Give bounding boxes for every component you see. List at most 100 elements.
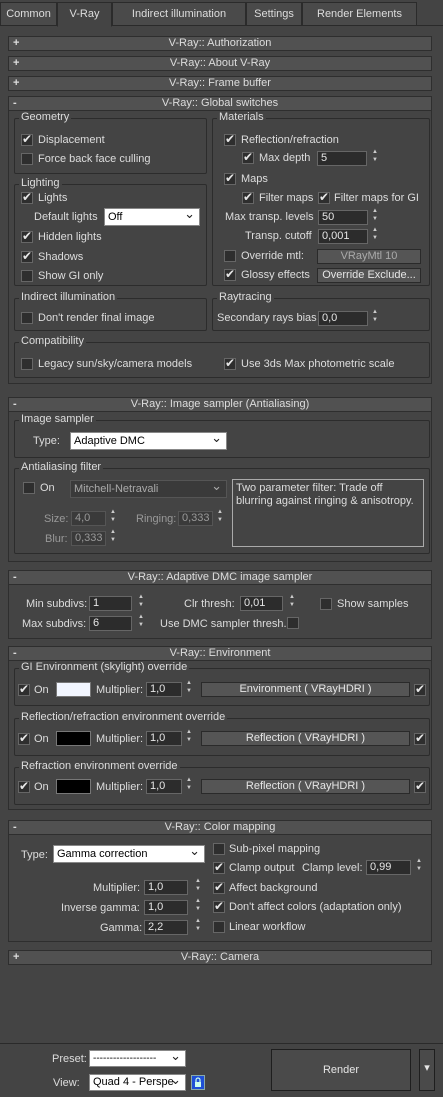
override-exclude-button[interactable]: Override Exclude... [317,268,421,283]
spinner-arrows-icon[interactable] [289,594,298,611]
spinner-arrows-icon[interactable] [186,680,195,697]
displacement-checkbox[interactable] [21,132,33,146]
aa-filter-dropdown[interactable]: Mitchell-Netravali [70,478,227,498]
lock-icon[interactable] [191,1075,205,1090]
dont-affect-colors-checkbox[interactable] [213,899,225,913]
hidden-lights-checkbox[interactable] [21,229,33,243]
rollout-environment[interactable]: - V-Ray:: Environment [8,646,432,661]
spinner-arrows-icon[interactable] [195,898,204,915]
spinner-arrows-icon[interactable] [416,858,425,875]
override-mtl-button[interactable]: VRayMtl 10 [317,249,421,264]
spinner-arrows-icon[interactable] [372,309,381,326]
cm-type-label: Type: [21,849,48,861]
cm-type-dropdown[interactable]: Gamma correction [53,843,205,863]
inverse-gamma-spinner[interactable]: 1,0 [144,900,188,915]
blur-spinner[interactable]: 0,333 [71,531,106,546]
refl-multiplier-spinner[interactable]: 1,0 [146,731,182,746]
sampler-type-dropdown[interactable]: Adaptive DMC [70,430,227,450]
refr-env-color-swatch[interactable] [56,779,91,794]
linear-workflow-checkbox[interactable] [213,921,225,933]
view-dropdown[interactable]: Quad 4 - Perspe [89,1072,186,1091]
geometry-group: Geometry [14,111,207,174]
rollout-camera[interactable]: + V-Ray:: Camera [8,950,432,965]
spinner-arrows-icon[interactable] [195,878,204,895]
max-depth-checkbox[interactable] [242,150,254,164]
refl-env-color-swatch[interactable] [56,731,91,746]
default-lights-dropdown[interactable]: Off [104,206,200,226]
spinner-arrows-icon[interactable] [138,594,147,611]
tab-vray[interactable]: V-Ray [57,2,112,27]
rollout-image-sampler[interactable]: - V-Ray:: Image sampler (Antialiasing) [8,397,432,412]
rollout-global-switches[interactable]: - V-Ray:: Global switches [8,96,432,111]
filter-maps-checkbox[interactable] [242,190,254,204]
override-mtl-checkbox[interactable] [224,250,236,262]
spinner-arrows-icon[interactable] [372,149,381,166]
max-depth-spinner[interactable]: 5 [317,151,367,166]
gi-env-color-swatch[interactable] [56,682,91,697]
show-gi-only-checkbox[interactable] [21,270,33,282]
gi-env-map-button[interactable]: Environment ( VRayHDRI ) [201,682,410,697]
gi-env-on-checkbox[interactable] [18,682,30,696]
gi-multiplier-spinner[interactable]: 1,0 [146,682,182,697]
refr-env-map-checkbox[interactable] [414,779,426,793]
max-transp-spinner[interactable]: 50 [318,210,368,225]
refl-env-map-button[interactable]: Reflection ( VRayHDRI ) [201,731,410,746]
spinner-arrows-icon[interactable] [186,777,195,794]
refl-env-on-checkbox[interactable] [18,731,30,745]
spinner-arrows-icon[interactable] [110,509,119,526]
lights-checkbox[interactable] [21,190,33,204]
clamp-output-checkbox[interactable] [213,860,225,874]
tab-render-elements[interactable]: Render Elements [302,2,417,25]
aa-filter-on-checkbox[interactable] [23,482,35,494]
rollout-authorization[interactable]: + V-Ray:: Authorization [8,36,432,51]
subpixel-checkbox[interactable] [213,843,225,855]
spinner-arrows-icon[interactable] [372,208,381,225]
transp-cutoff-spinner[interactable]: 0,001 [318,229,368,244]
glossy-effects-checkbox[interactable] [224,267,236,281]
rollout-adaptive-dmc[interactable]: - V-Ray:: Adaptive DMC image sampler [8,570,432,585]
size-spinner[interactable]: 4,0 [71,511,106,526]
reflection-refraction-checkbox[interactable] [224,132,236,146]
tab-indirect-illumination[interactable]: Indirect illumination [112,2,246,25]
shadows-checkbox[interactable] [21,249,33,263]
spinner-arrows-icon[interactable] [186,729,195,746]
spinner-arrows-icon[interactable] [372,227,381,244]
shadows-label: Shadows [38,251,84,263]
filter-maps-gi-checkbox[interactable] [318,190,330,204]
legacy-checkbox[interactable] [21,358,33,370]
ringing-spinner[interactable]: 0,333 [178,511,213,526]
refr-multiplier-spinner[interactable]: 1,0 [146,779,182,794]
render-button[interactable]: Render [271,1049,411,1091]
rollout-color-mapping[interactable]: - V-Ray:: Color mapping [8,820,432,835]
tab-common[interactable]: Common [0,2,57,25]
cm-multiplier-spinner[interactable]: 1,0 [144,880,188,895]
refl-env-map-checkbox[interactable] [414,731,426,745]
rollout-frame-buffer[interactable]: + V-Ray:: Frame buffer [8,76,432,91]
gamma-spinner[interactable]: 2,2 [144,920,188,935]
collapse-icon: - [13,97,17,109]
spinner-arrows-icon[interactable] [195,918,204,935]
max-subdivs-spinner[interactable]: 6 [89,616,132,631]
clr-thresh-spinner[interactable]: 0,01 [240,596,283,611]
rollout-title: V-Ray:: Global switches [161,97,279,109]
render-options-button[interactable]: ▾ [419,1049,435,1091]
force-back-face-checkbox[interactable] [21,153,33,165]
spinner-arrows-icon[interactable] [217,509,226,526]
preset-dropdown[interactable]: ------------------- [89,1048,186,1067]
min-subdivs-spinner[interactable]: 1 [89,596,132,611]
photometric-checkbox[interactable] [224,356,236,370]
maps-checkbox[interactable] [224,171,236,185]
show-samples-checkbox[interactable] [320,598,332,610]
refr-env-on-checkbox[interactable] [18,779,30,793]
rollout-about[interactable]: + V-Ray:: About V-Ray [8,56,432,71]
tab-settings[interactable]: Settings [246,2,302,25]
gi-env-map-checkbox[interactable] [414,682,426,696]
spinner-arrows-icon[interactable] [138,614,147,631]
secondary-bias-spinner[interactable]: 0,0 [318,311,368,326]
use-dmc-checkbox[interactable] [287,617,299,629]
affect-background-checkbox[interactable] [213,880,225,894]
clamp-level-spinner[interactable]: 0,99 [366,860,411,875]
refr-env-map-button[interactable]: Reflection ( VRayHDRI ) [201,779,410,794]
dont-render-final-checkbox[interactable] [21,312,33,324]
spinner-arrows-icon[interactable] [110,529,119,546]
